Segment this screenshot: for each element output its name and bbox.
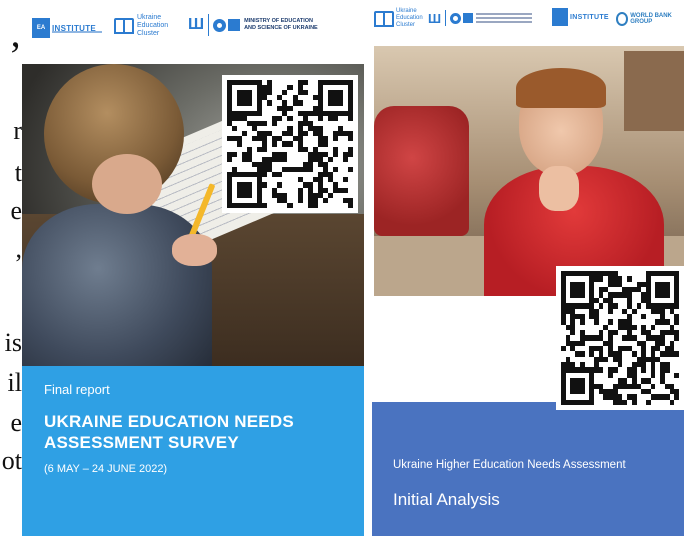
world-bank-logo-text: WORLD BANK GROUP xyxy=(630,13,672,25)
cluster-logo-text: Ukraine Education Cluster xyxy=(396,8,423,28)
logo-separator xyxy=(208,14,210,36)
ministry-logo-text-lines xyxy=(476,11,533,25)
text-fragment: e xyxy=(10,196,22,225)
text-fragment: r xyxy=(13,116,22,145)
text-fragment: t xyxy=(14,158,22,187)
institute-logo-mark: EA xyxy=(32,18,50,38)
photo-boy-hand xyxy=(172,234,217,266)
qr-code-pattern xyxy=(561,271,679,405)
photo-red-backpack xyxy=(374,106,469,236)
text-fragment: ’ xyxy=(8,33,22,78)
cover-logo-bar: Ukraine Education Cluster Ш INSTITUTE WO… xyxy=(372,0,684,46)
text-fragment: e xyxy=(10,408,22,437)
ministry-logo: Ш xyxy=(428,10,533,26)
cover-logo-bar: EA INSTITUTE Ukraine Education Cluster Ш… xyxy=(22,0,364,64)
ministry-mark-icon xyxy=(450,12,474,24)
qr-code-pattern xyxy=(227,80,353,208)
globe-icon xyxy=(616,12,629,26)
ministry-mark-icon xyxy=(213,18,241,32)
book-icon xyxy=(114,18,134,34)
logo-underline xyxy=(52,31,102,33)
photo-boy-hands xyxy=(539,166,579,211)
text-fragment: il xyxy=(7,368,22,397)
text-fragment: is xyxy=(4,328,22,357)
cover-title-band: Final report UKRAINE EDUCATION NEEDS ASS… xyxy=(22,366,364,536)
institute-logo: INSTITUTE xyxy=(552,8,609,26)
qr-code[interactable] xyxy=(556,266,684,410)
photo-boy-face xyxy=(92,154,162,214)
institute-logo: EA INSTITUTE xyxy=(32,18,102,38)
report-cover-needs-assessment[interactable]: EA INSTITUTE Ukraine Education Cluster Ш… xyxy=(22,0,364,536)
cropped-text-column: ’ r t e , is il e ot xyxy=(0,0,22,536)
education-cluster-logo: Ukraine Education Cluster xyxy=(374,8,424,29)
world-bank-logo: WORLD BANK GROUP xyxy=(616,12,684,26)
ministry-logo-text: MINISTRY OF EDUCATION AND SCIENCE OF UKR… xyxy=(244,18,318,31)
book-icon xyxy=(374,10,394,27)
ministry-logo: Ш MINISTRY OF EDUCATION AND SCIENCE OF U… xyxy=(188,14,324,36)
cluster-logo-text: Ukraine Education Cluster xyxy=(137,14,169,37)
report-subtitle: Ukraine Higher Education Needs Assessmen… xyxy=(393,459,626,471)
photo-boy-hair xyxy=(516,68,606,108)
report-dates: (6 MAY – 24 JUNE 2022) xyxy=(44,463,168,475)
report-title: Initial Analysis xyxy=(393,490,500,509)
text-fragment: ot xyxy=(1,446,22,475)
report-title: UKRAINE EDUCATION NEEDS ASSESSMENT SURVE… xyxy=(44,412,294,452)
cover-title-band: Ukraine Higher Education Needs Assessmen… xyxy=(372,402,684,536)
cover-photo-boy-classroom xyxy=(374,46,684,296)
institute-logo-mark xyxy=(552,8,568,26)
report-cover-higher-education[interactable]: Ukraine Education Cluster Ш INSTITUTE WO… xyxy=(372,0,684,536)
trident-icon: Ш xyxy=(428,10,442,26)
logo-separator xyxy=(445,10,447,26)
trident-icon: Ш xyxy=(188,16,205,33)
report-label: Final report xyxy=(44,382,110,397)
photo-chair xyxy=(624,51,684,131)
education-cluster-logo: Ukraine Education Cluster xyxy=(114,14,173,38)
institute-logo-text: INSTITUTE xyxy=(570,13,609,21)
qr-code[interactable] xyxy=(222,75,358,213)
photo-boy-body xyxy=(22,204,212,366)
